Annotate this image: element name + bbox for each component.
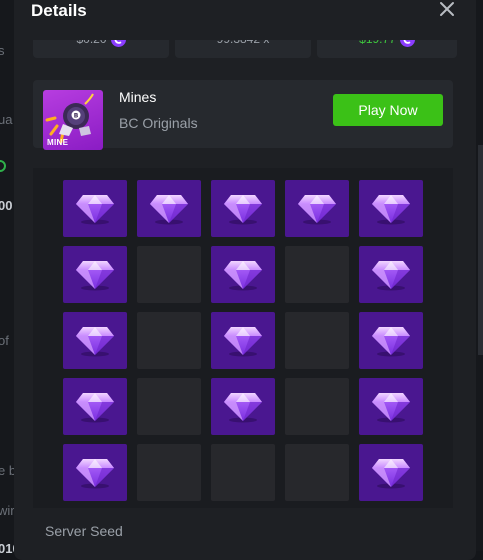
game-thumbnail[interactable]: B MINE <box>43 90 103 150</box>
diamond-icon <box>372 392 410 422</box>
svg-text:B: B <box>74 113 79 120</box>
mine-tile-gem[interactable] <box>211 312 275 369</box>
background-text: of <box>0 333 9 348</box>
diamond-icon <box>224 392 262 422</box>
diamond-icon <box>372 260 410 290</box>
modal-header: Details <box>14 0 476 40</box>
mine-tile-gem[interactable] <box>63 444 127 501</box>
mine-tile-empty[interactable] <box>285 378 349 435</box>
mine-tile-gem[interactable] <box>285 180 349 237</box>
mine-tile-empty[interactable] <box>137 444 201 501</box>
mine-tile-empty[interactable] <box>211 444 275 501</box>
close-icon <box>440 2 454 16</box>
diamond-icon <box>224 194 262 224</box>
mine-tile-empty[interactable] <box>137 246 201 303</box>
mine-tile-gem[interactable] <box>63 312 127 369</box>
mine-tile-empty[interactable] <box>285 444 349 501</box>
diamond-icon <box>372 326 410 356</box>
diamond-icon <box>372 194 410 224</box>
mine-tile-gem[interactable] <box>359 180 423 237</box>
diamond-icon <box>224 326 262 356</box>
background-text: wir <box>0 503 15 518</box>
diamond-icon <box>224 260 262 290</box>
diamond-icon <box>76 260 114 290</box>
mine-tile-gem[interactable] <box>359 312 423 369</box>
game-name: Mines <box>119 89 157 105</box>
modal-title: Details <box>31 1 87 20</box>
mine-tile-gem[interactable] <box>63 180 127 237</box>
diamond-icon <box>76 392 114 422</box>
background-text: 00 <box>0 198 13 213</box>
mine-tile-gem[interactable] <box>137 180 201 237</box>
background-text: ua <box>0 112 13 127</box>
diamond-icon <box>76 458 114 488</box>
game-provider: BC Originals <box>119 115 198 131</box>
diamond-icon <box>150 194 188 224</box>
mine-tile-empty[interactable] <box>137 378 201 435</box>
mine-tile-gem[interactable] <box>211 378 275 435</box>
mine-tile-gem[interactable] <box>359 444 423 501</box>
game-card: B MINE Mines BC Originals Play Now <box>33 80 453 150</box>
mine-tile-empty[interactable] <box>285 246 349 303</box>
mine-tile-gem[interactable] <box>211 180 275 237</box>
details-modal: Details $0.20 99.3842 x $19.77 <box>14 0 476 560</box>
background-scrollbar <box>478 145 483 355</box>
mine-tile-gem[interactable] <box>63 246 127 303</box>
close-button[interactable] <box>438 0 456 18</box>
background-text: s <box>0 43 5 58</box>
mine-tile-gem[interactable] <box>359 378 423 435</box>
mines-board <box>33 168 453 508</box>
server-seed-label: Server Seed <box>45 523 123 539</box>
mines-grid <box>63 180 423 501</box>
diamond-icon <box>298 194 336 224</box>
mine-tile-empty[interactable] <box>137 312 201 369</box>
game-thumb-label: MINE <box>47 138 69 147</box>
background-status-icon <box>0 160 6 172</box>
mine-tile-gem[interactable] <box>359 246 423 303</box>
diamond-icon <box>76 326 114 356</box>
mine-tile-gem[interactable] <box>63 378 127 435</box>
mine-tile-empty[interactable] <box>285 312 349 369</box>
play-now-button[interactable]: Play Now <box>333 94 443 126</box>
mine-tile-gem[interactable] <box>211 246 275 303</box>
diamond-icon <box>372 458 410 488</box>
diamond-icon <box>76 194 114 224</box>
